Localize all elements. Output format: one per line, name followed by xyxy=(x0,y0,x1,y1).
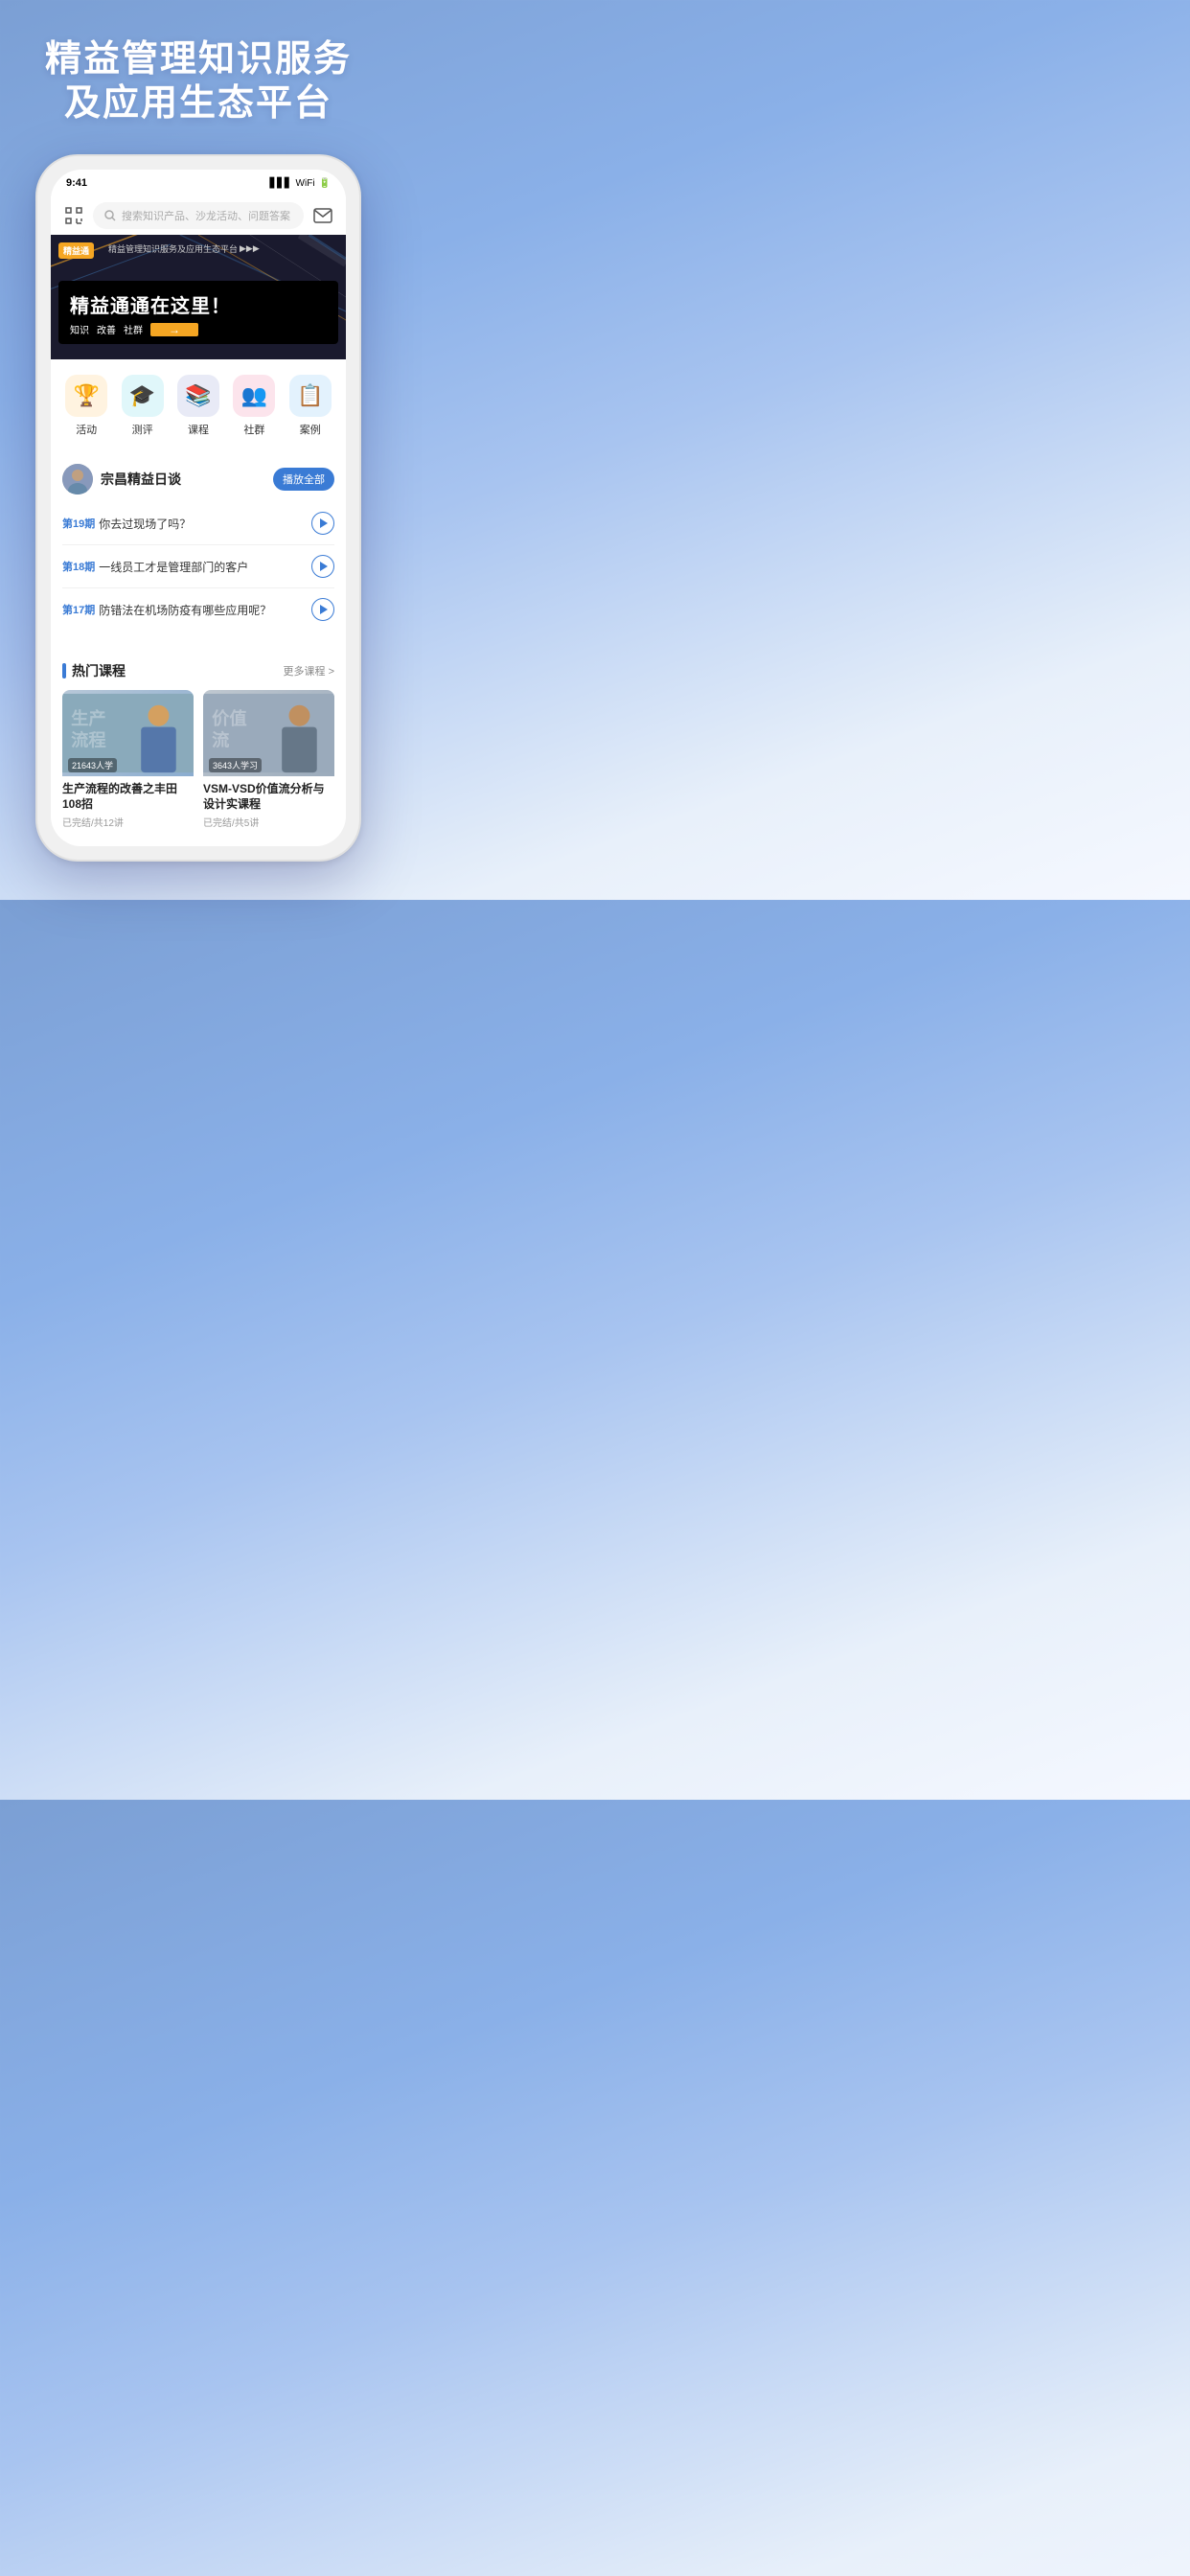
banner-subtitle: 精益管理知识服务及应用生态平台 ▶▶▶ xyxy=(108,242,260,255)
course-card[interactable]: 生产 流程 21643人学 生产流程的改善之丰田108招 已完结/共12讲 xyxy=(62,690,194,831)
episode-item[interactable]: 第19期 你去过现场了吗？ xyxy=(62,502,334,545)
assessment-icon: 🎓 xyxy=(122,375,164,417)
banner-main-box: 精益通通在这里！ 知识 改善 社群 → xyxy=(58,281,338,344)
more-courses-link[interactable]: 更多课程 > xyxy=(284,663,334,678)
play-button[interactable] xyxy=(311,512,334,535)
podcast-title-area: 宗昌精益日谈 xyxy=(62,464,181,494)
banner-tags-row: 知识 改善 社群 → xyxy=(70,322,327,336)
play-button[interactable] xyxy=(311,598,334,621)
episode-number: 第17期 xyxy=(62,602,95,617)
course-name: VSM-VSD价值流分析与设计实课程 xyxy=(203,782,334,812)
course-thumbnail: 价值 流 3643人学习 xyxy=(203,690,334,776)
podcast-header: 宗昌精益日谈 播放全部 xyxy=(62,464,334,494)
episode-title: 一线员工才是管理部门的客户 xyxy=(99,559,311,575)
play-triangle-icon xyxy=(320,605,328,614)
banner-tag3: 社群 xyxy=(124,322,143,336)
assessment-label: 测评 xyxy=(132,422,153,437)
search-input[interactable]: 搜索知识产品、沙龙活动、问题答案 xyxy=(93,202,304,229)
category-case[interactable]: 📋 案例 xyxy=(289,375,332,437)
status-icons: ▋▋▋ WiFi 🔋 xyxy=(269,178,331,189)
category-community[interactable]: 👥 社群 xyxy=(233,375,275,437)
course-info: 生产流程的改善之丰田108招 已完结/共12讲 xyxy=(62,776,194,831)
status-bar: 9:41 ▋▋▋ WiFi 🔋 xyxy=(51,170,346,196)
episode-number: 第19期 xyxy=(62,516,95,531)
community-icon: 👥 xyxy=(233,375,275,417)
episode-item[interactable]: 第17期 防错法在机场防疫有哪些应用呢？ xyxy=(62,588,334,631)
podcast-avatar xyxy=(62,464,93,494)
scan-icon[interactable] xyxy=(62,204,85,227)
banner[interactable]: 精益通 精益管理知识服务及应用生态平台 ▶▶▶ 精益通通在这里！ 知识 改善 社… xyxy=(51,235,346,359)
search-bar: 搜索知识产品、沙龙活动、问题答案 xyxy=(51,196,346,235)
play-all-button[interactable]: 播放全部 xyxy=(273,468,334,491)
category-course[interactable]: 📚 课程 xyxy=(177,375,219,437)
episode-title: 防错法在机场防疫有哪些应用呢？ xyxy=(99,602,311,618)
hot-bar-decoration xyxy=(62,663,66,678)
category-assessment[interactable]: 🎓 测评 xyxy=(122,375,164,437)
banner-tag2: 改善 xyxy=(97,322,116,336)
course-meta: 已完结/共12讲 xyxy=(62,815,194,829)
categories-section: 🏆 活动 🎓 测评 📚 课程 👥 社群 📋 案例 xyxy=(51,359,346,445)
episode-item[interactable]: 第18期 一线员工才是管理部门的客户 xyxy=(62,545,334,588)
community-label: 社群 xyxy=(243,422,264,437)
courses-grid: 生产 流程 21643人学 生产流程的改善之丰田108招 已完结/共12讲 xyxy=(62,690,334,831)
course-learners: 3643人学习 xyxy=(209,758,262,772)
episode-title: 你去过现场了吗？ xyxy=(99,516,311,532)
svg-text:价值: 价值 xyxy=(212,708,247,728)
case-label: 案例 xyxy=(300,422,321,437)
banner-arrow[interactable]: → xyxy=(150,323,198,336)
mail-icon[interactable] xyxy=(311,204,334,227)
podcast-section: 宗昌精益日谈 播放全部 第19期 你去过现场了吗？ 第18期 一线员工才是管理 xyxy=(51,452,346,642)
episode-number: 第18期 xyxy=(62,559,95,574)
banner-tag: 精益通 xyxy=(58,242,94,259)
course-icon: 📚 xyxy=(177,375,219,417)
course-name: 生产流程的改善之丰田108招 xyxy=(62,782,194,812)
svg-text:流程: 流程 xyxy=(71,730,106,750)
banner-title: 精益通通在这里！ xyxy=(70,290,327,318)
phone-screen: 9:41 ▋▋▋ WiFi 🔋 xyxy=(51,170,346,846)
banner-tag1: 知识 xyxy=(70,322,89,336)
signal-icon: ▋▋▋ xyxy=(269,178,291,189)
svg-text:流: 流 xyxy=(212,730,229,750)
hero-section: 精益管理知识服务 及应用生态平台 xyxy=(0,0,397,145)
play-triangle-icon xyxy=(320,562,328,571)
search-icon xyxy=(104,210,116,221)
play-triangle-icon xyxy=(320,518,328,528)
hot-courses-title: 热门课程 xyxy=(72,661,126,680)
phone-mockup: 9:41 ▋▋▋ WiFi 🔋 xyxy=(0,145,397,900)
course-learners: 21643人学 xyxy=(68,758,117,772)
status-time: 9:41 xyxy=(66,177,87,189)
phone-frame: 9:41 ▋▋▋ WiFi 🔋 xyxy=(35,154,361,862)
episode-list: 第19期 你去过现场了吗？ 第18期 一线员工才是管理部门的客户 xyxy=(62,502,334,631)
course-card[interactable]: 价值 流 3643人学习 VSM-VSD价值流分析与设计实课程 已完结/共5讲 xyxy=(203,690,334,831)
activity-label: 活动 xyxy=(76,422,97,437)
battery-icon: 🔋 xyxy=(319,178,331,189)
podcast-title: 宗昌精益日谈 xyxy=(101,470,181,489)
activity-icon: 🏆 xyxy=(65,375,107,417)
svg-text:生产: 生产 xyxy=(71,708,106,728)
hot-courses-section: 热门课程 更多课程 > 生产 流程 xyxy=(51,650,346,846)
course-thumbnail: 生产 流程 21643人学 xyxy=(62,690,194,776)
hot-title-row: 热门课程 xyxy=(62,661,126,680)
course-label: 课程 xyxy=(188,422,209,437)
wifi-icon: WiFi xyxy=(296,178,315,189)
hot-courses-header: 热门课程 更多课程 > xyxy=(62,661,334,680)
case-icon: 📋 xyxy=(289,375,332,417)
category-activity[interactable]: 🏆 活动 xyxy=(65,375,107,437)
course-info: VSM-VSD价值流分析与设计实课程 已完结/共5讲 xyxy=(203,776,334,831)
play-button[interactable] xyxy=(311,555,334,578)
hero-title: 精益管理知识服务 及应用生态平台 xyxy=(19,38,378,126)
course-meta: 已完结/共5讲 xyxy=(203,815,334,829)
